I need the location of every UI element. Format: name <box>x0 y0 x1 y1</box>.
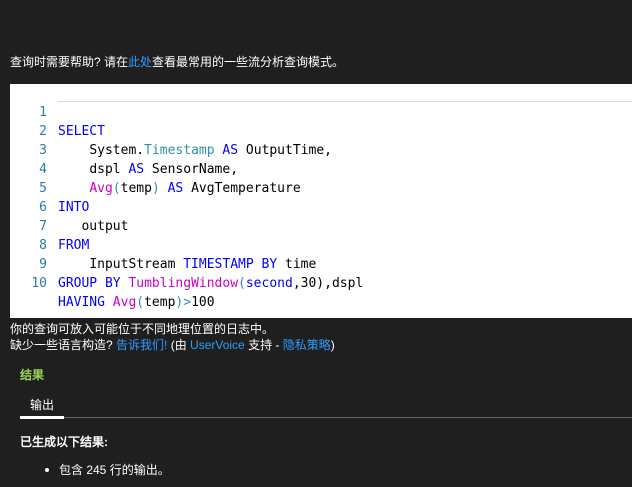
keyword: GROUP <box>58 276 98 291</box>
code-token: SensorName, <box>144 162 239 177</box>
keyword: AS <box>222 143 239 158</box>
keyword: second <box>245 276 293 291</box>
function: Avg <box>112 295 137 310</box>
keyword: HAVING <box>58 295 105 310</box>
code-line[interactable]: 10 HAVING Avg(temp)>100 <box>10 255 214 310</box>
help-prefix: 查询时需要帮助? 请在 <box>10 55 129 69</box>
list-item: 包含 245 行的输出。 <box>45 461 170 478</box>
code-token: InputStream <box>89 257 184 272</box>
current-line-indicator <box>58 101 632 102</box>
keyword: AS <box>167 181 184 196</box>
line-number: 10 <box>31 276 47 291</box>
help-suffix: 查看最常用的一些流分析查询模式。 <box>152 55 345 69</box>
keyword: AS <box>128 162 145 177</box>
code-token: AvgTemperature <box>183 181 301 196</box>
code-line[interactable]: 9 GROUP BY TumblingWindow(second,30),dsp… <box>10 236 363 291</box>
property: Timestamp <box>144 143 215 158</box>
help-text: 查询时需要帮助? 请在此处查看最常用的一些流分析查询模式。 <box>10 53 344 70</box>
code-line[interactable]: 1 SELECT <box>10 84 105 139</box>
code-token: time <box>277 257 317 272</box>
code-line[interactable]: 4 Avg(temp) AS AvgTemperature <box>10 141 300 196</box>
code-token: dspl <box>89 162 129 177</box>
function: Avg <box>89 181 113 196</box>
result-item-text: 包含 245 行的输出。 <box>59 463 170 477</box>
query-editor[interactable]: 1 SELECT 2 System.Timestamp AS OutputTim… <box>10 84 632 318</box>
code-line[interactable]: 7 FROM <box>10 198 89 253</box>
code-line[interactable]: 2 System.Timestamp AS OutputTime, <box>10 103 332 158</box>
function: TumblingWindow <box>128 276 239 291</box>
keyword: INTO <box>58 200 90 215</box>
code-token: ,30),dspl <box>292 276 364 291</box>
results-heading: 结果 <box>20 368 45 382</box>
keyword: BY <box>104 276 121 291</box>
code-token: System <box>89 143 137 158</box>
code-line[interactable]: 3 dspl AS SensorName, <box>10 122 238 177</box>
bullet-icon <box>45 467 49 472</box>
keyword: FROM <box>58 238 90 253</box>
code-line[interactable]: 5 INTO <box>10 160 89 215</box>
tab-output[interactable]: 输出 <box>30 396 54 413</box>
keyword: SELECT <box>58 124 105 139</box>
code-line[interactable]: 8 InputStream TIMESTAMP BY time <box>10 217 316 272</box>
log-note: 你的查询可放入可能位于不同地理位置的日志中。 <box>10 322 275 336</box>
uservoice-link[interactable]: UserVoice <box>190 338 245 352</box>
code-token: temp <box>120 181 152 196</box>
tab-active-indicator <box>20 416 64 419</box>
keyword: TIMESTAMP <box>183 257 254 272</box>
code-token: 100 <box>191 295 215 310</box>
query-page: 查询时需要帮助? 请在此处查看最常用的一些流分析查询模式。 1 SELECT 2… <box>0 0 632 487</box>
code-token: temp <box>144 295 176 310</box>
code-token: output <box>81 219 129 234</box>
privacy-policy-link[interactable]: 隐私策略 <box>283 338 331 352</box>
keyword: BY <box>261 257 278 272</box>
generated-heading: 已生成以下结果: <box>20 435 108 449</box>
help-link[interactable]: 此处 <box>128 55 152 69</box>
code-line[interactable]: 6 output <box>10 179 128 234</box>
feedback-line: 缺少一些语言构造? 告诉我们! (由 UserVoice 支持 - 隐私策略) <box>10 338 335 352</box>
code-token: OutputTime, <box>238 143 332 158</box>
tab-divider <box>64 417 632 418</box>
tell-us-link[interactable]: 告诉我们! <box>116 338 167 352</box>
